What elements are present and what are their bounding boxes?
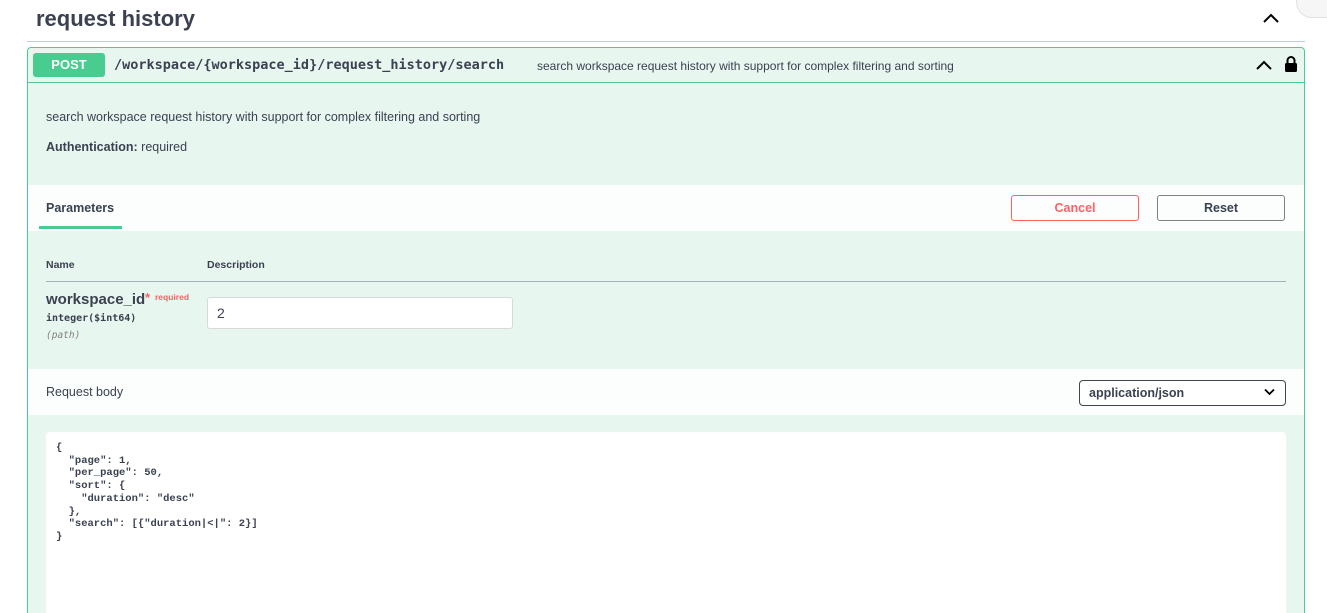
cancel-button[interactable]: Cancel <box>1011 195 1139 221</box>
content-type-select[interactable]: application/json <box>1079 380 1286 406</box>
chevron-up-icon <box>1263 13 1279 23</box>
request-body-code: { "page": 1, "per_page": 50, "sort": { "… <box>56 442 258 543</box>
chevron-up-icon[interactable] <box>1255 58 1273 72</box>
column-header-description: Description <box>207 259 265 271</box>
param-location: (path) <box>46 330 81 341</box>
operation-block: POST /workspace/{workspace_id}/request_h… <box>27 47 1305 613</box>
parameters-header: Parameters Cancel Reset <box>28 185 1304 231</box>
section-title: request history <box>36 6 195 31</box>
section-header: request history <box>27 0 1305 42</box>
authentication-line: Authentication: required <box>46 140 187 154</box>
operation-description: search workspace request history with su… <box>46 110 481 124</box>
operation-path: /workspace/{workspace_id}/request_histor… <box>114 57 505 73</box>
request-body-header: Request body application/json <box>28 369 1304 415</box>
operation-summary-description: search workspace request history with su… <box>537 59 954 73</box>
lock-icon[interactable] <box>1284 55 1298 73</box>
request-body-editor[interactable]: { "page": 1, "per_page": 50, "sort": { "… <box>46 432 1286 613</box>
reset-button[interactable]: Reset <box>1157 195 1285 221</box>
authentication-label: Authentication: <box>46 140 138 154</box>
request-body-label: Request body <box>46 385 124 399</box>
tab-parameters-label: Parameters <box>46 201 115 215</box>
required-label: required <box>155 292 190 302</box>
tab-parameters[interactable]: Parameters <box>39 185 122 229</box>
workspace-id-input[interactable]: 2 <box>207 297 513 329</box>
content-type-value: application/json <box>1089 386 1185 400</box>
method-badge: POST <box>33 53 105 77</box>
column-header-name: Name <box>46 259 75 271</box>
authentication-value: required <box>141 140 188 154</box>
operation-summary[interactable]: POST /workspace/{workspace_id}/request_h… <box>28 48 1304 83</box>
section-collapse-button[interactable] <box>1259 8 1283 28</box>
param-type: integer($int64) <box>46 313 137 324</box>
param-name: workspace_id <box>46 291 146 308</box>
chevron-down-icon <box>1264 388 1275 396</box>
required-star: * <box>145 290 151 305</box>
table-divider <box>46 281 1286 282</box>
